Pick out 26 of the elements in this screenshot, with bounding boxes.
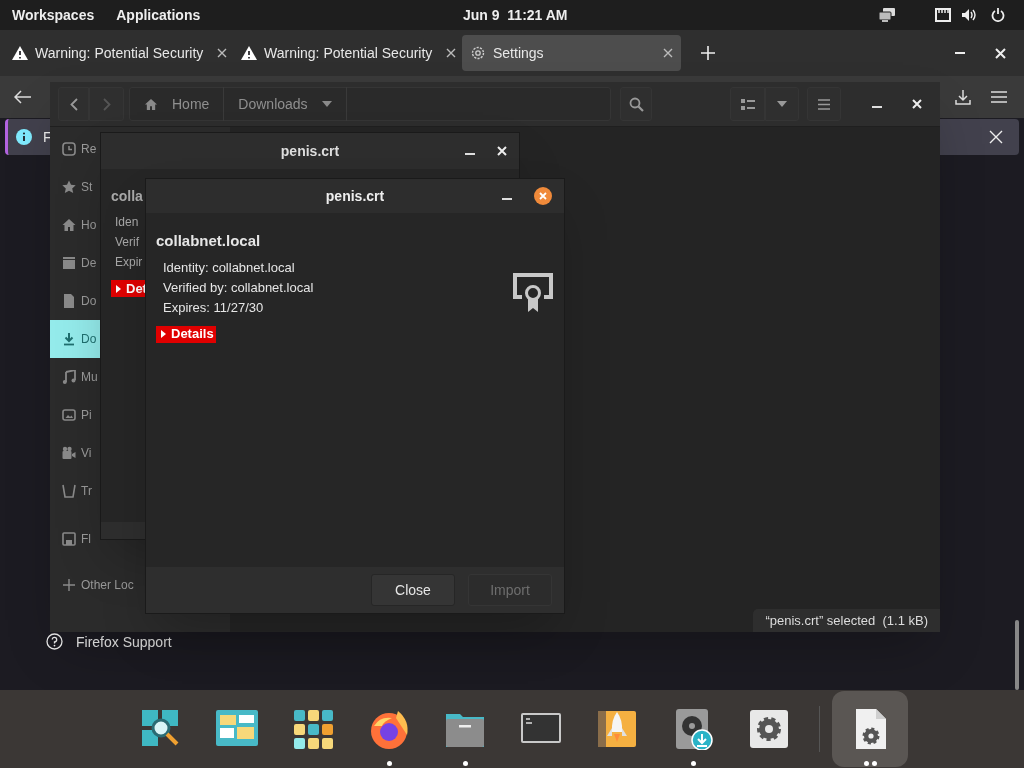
- sidebar-label: Re: [81, 141, 97, 158]
- sidebar-label: Mu: [81, 369, 98, 386]
- dialog-title: penis.crt: [280, 141, 340, 161]
- sidebar-label: Do: [81, 293, 97, 310]
- sidebar-label: St: [81, 179, 93, 196]
- sidebar-label: Tr: [81, 483, 92, 500]
- sidebar-label: Pi: [81, 407, 92, 424]
- status-label: “penis.crt” selected (1.1 kB): [753, 609, 940, 632]
- sidebar-label: Other Loc: [81, 577, 134, 594]
- dialog-title: penis.crt: [325, 186, 385, 206]
- certificate-name: collabnet.local: [156, 231, 261, 251]
- tab-title: Settings: [493, 43, 544, 63]
- certificate-detail: Verified by: collabnet.local: [163, 278, 314, 297]
- sidebar-label: Ho: [81, 217, 97, 234]
- certificate-detail: Expires: 11/27/30: [163, 298, 264, 317]
- sidebar-label: De: [81, 255, 97, 272]
- sidebar-label: Vi: [81, 445, 92, 462]
- sidebar-label: Do: [81, 331, 97, 348]
- certificate-detail: Verif: [115, 234, 139, 251]
- sidebar-label: Fl: [81, 531, 91, 548]
- tab-title: Warning: Potential Security: [35, 43, 204, 63]
- certificate-detail: Expir: [115, 254, 143, 271]
- certificate-name: colla: [111, 187, 143, 206]
- certificate-detail: Identity: collabnet.local: [163, 258, 295, 277]
- certificate-detail: Iden: [115, 214, 139, 231]
- tab-title: Warning: Potential Security: [264, 43, 433, 63]
